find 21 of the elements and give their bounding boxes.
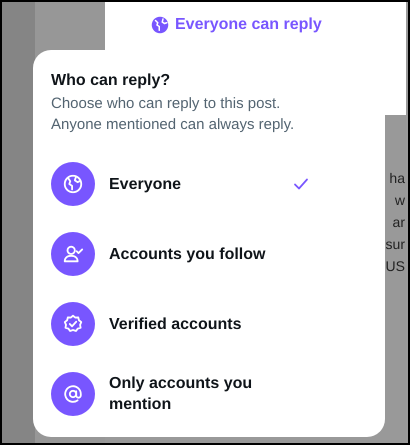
option-icon-circle[interactable] [51,372,95,416]
reply-setting-link[interactable]: Everyone can reply [151,16,322,34]
globe-icon [151,16,169,34]
popup-title: Who can reply? [51,72,172,90]
background-text: sur [386,235,405,254]
background-text: US [386,257,405,276]
popup-description: Choose who can reply to this post. Anyone mentioned can always reply. [51,94,296,135]
background-text: w [394,191,405,210]
option-label[interactable]: Everyone [109,174,279,194]
globe-icon [62,173,84,195]
option-label[interactable]: Verified accounts [109,314,279,334]
verified-badge-icon [62,313,84,335]
option-icon-circle[interactable] [51,302,95,346]
background-text: ha [389,169,405,188]
at-sign-icon [62,383,84,405]
person-check-icon [62,243,84,265]
option-label[interactable]: Accounts you follow [109,244,279,264]
option-label[interactable]: Only accounts you mention [109,373,279,415]
option-icon-circle[interactable] [51,232,95,276]
background-text: ar [392,213,405,232]
option-icon-circle[interactable] [51,162,95,206]
